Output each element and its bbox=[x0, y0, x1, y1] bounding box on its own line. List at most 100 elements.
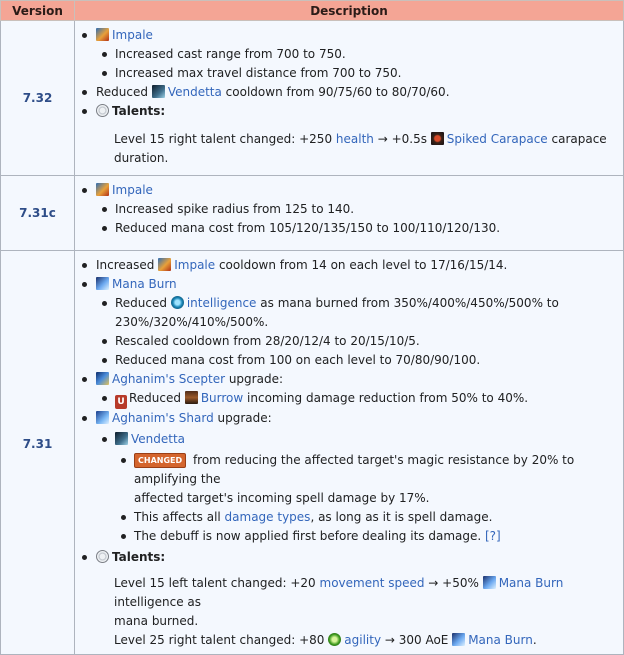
intelligence-link[interactable]: intelligence bbox=[187, 296, 257, 310]
text: Level 15 left talent changed: +20 bbox=[114, 576, 320, 590]
text: → +50% bbox=[424, 576, 483, 590]
reference-link[interactable]: [?] bbox=[485, 529, 501, 543]
talent-change-text: Level 15 right talent changed: +250 heal… bbox=[75, 130, 623, 168]
list-item: Reduced mana cost from 105/120/135/150 t… bbox=[96, 219, 623, 238]
list-item: Increased cast range from 700 to 750. bbox=[96, 45, 623, 64]
text: Reduced bbox=[129, 391, 185, 405]
text: cooldown from 90/75/60 to 80/70/60. bbox=[221, 85, 450, 99]
description-cell: Increased Impale cooldown from 14 on eac… bbox=[74, 250, 624, 655]
text: Reduced bbox=[115, 296, 171, 310]
movement-speed-link[interactable]: movement speed bbox=[320, 576, 425, 590]
text: Reduced bbox=[96, 85, 152, 99]
impale-icon[interactable] bbox=[96, 28, 109, 41]
changed-badge: CHANGED bbox=[134, 453, 187, 468]
text: This affects all bbox=[134, 510, 225, 524]
list-item: Rescaled cooldown from 28/20/12/4 to 20/… bbox=[96, 332, 623, 351]
mana-burn-link[interactable]: Mana Burn bbox=[112, 277, 177, 291]
text: Level 15 right talent changed: +250 bbox=[114, 132, 336, 146]
aghanims-scepter-link[interactable]: Aghanim's Scepter bbox=[112, 372, 225, 386]
text: cooldown from 14 on each level to 17/16/… bbox=[215, 258, 508, 272]
health-link[interactable]: health bbox=[336, 132, 374, 146]
talent-change-text: Level 25 right talent changed: +80 agili… bbox=[75, 631, 623, 650]
text: intelligence as bbox=[114, 595, 202, 609]
version-label: 7.31 bbox=[22, 437, 53, 451]
text: . bbox=[532, 633, 537, 647]
vendetta-link[interactable]: Vendetta bbox=[168, 85, 222, 99]
table-header-row: Version Description bbox=[0, 0, 624, 21]
text: The debuff is now applied first before d… bbox=[134, 529, 485, 543]
mana-burn-icon[interactable] bbox=[452, 633, 466, 646]
list-item: Reduced mana cost from 100 on each level… bbox=[96, 351, 623, 370]
spiked-carapace-link[interactable]: Spiked Carapace bbox=[447, 132, 548, 146]
aghanims-shard-icon[interactable] bbox=[96, 411, 109, 424]
vendetta-icon[interactable] bbox=[151, 85, 165, 98]
version-column-header[interactable]: Version bbox=[0, 0, 75, 21]
burrow-icon[interactable] bbox=[184, 391, 198, 404]
aghanims-scepter-icon[interactable] bbox=[96, 372, 109, 385]
table-row: 7.31c Impale Increased spike radius from… bbox=[0, 175, 624, 251]
text: Increased bbox=[96, 258, 159, 272]
version-label: 7.32 bbox=[22, 91, 53, 105]
talent-change-text: Level 15 left talent changed: +20 moveme… bbox=[75, 574, 623, 631]
list-item: Increased max travel distance from 700 t… bbox=[96, 64, 623, 83]
table-row: 7.31 Increased Impale cooldown from 14 o… bbox=[0, 250, 624, 655]
talent-tree-icon bbox=[96, 550, 109, 563]
description-cell: Impale Increased cast range from 700 to … bbox=[74, 20, 624, 176]
list-item: Increased Impale cooldown from 14 on eac… bbox=[75, 256, 623, 275]
mana-burn-icon[interactable] bbox=[96, 277, 109, 290]
talent-tree-icon bbox=[96, 104, 109, 117]
text: mana burned. bbox=[114, 614, 199, 628]
vendetta-icon[interactable] bbox=[115, 432, 128, 445]
list-item: CHANGED from reducing the affected targe… bbox=[115, 451, 623, 508]
version-cell: 7.31c bbox=[0, 175, 75, 251]
table-row: 7.32 Impale Increased cast range from 70… bbox=[0, 20, 624, 176]
list-item: U Reduced Burrow incoming damage reductio… bbox=[96, 389, 623, 409]
list-item: Reduced Vendetta cooldown from 90/75/60 … bbox=[75, 83, 623, 102]
description-column-header[interactable]: Description bbox=[74, 0, 624, 21]
list-item: The debuff is now applied first before d… bbox=[115, 527, 623, 546]
list-item: This affects all damage types, as long a… bbox=[115, 508, 623, 527]
version-cell: 7.32 bbox=[0, 20, 75, 176]
ultimate-badge: U bbox=[115, 395, 127, 409]
spiked-carapace-icon[interactable] bbox=[430, 132, 444, 145]
impale-link[interactable]: Impale bbox=[112, 28, 153, 42]
text: incoming damage reduction from 50% to 40… bbox=[243, 391, 529, 405]
text: upgrade: bbox=[225, 372, 283, 386]
text: → +0.5s bbox=[373, 132, 431, 146]
damage-types-link[interactable]: damage types bbox=[225, 510, 311, 524]
mana-burn-link[interactable]: Mana Burn bbox=[499, 576, 564, 590]
burrow-link[interactable]: Burrow bbox=[201, 391, 243, 405]
text: , as long as it is spell damage. bbox=[310, 510, 493, 524]
talents-heading: Talents: bbox=[112, 550, 166, 564]
version-cell: 7.31 bbox=[0, 250, 75, 655]
mana-burn-link[interactable]: Mana Burn bbox=[468, 633, 533, 647]
list-item: Mana Burn Reduced intelligence as mana b… bbox=[75, 275, 623, 370]
impale-icon[interactable] bbox=[96, 183, 109, 196]
list-item: Increased spike radius from 125 to 140. bbox=[96, 200, 623, 219]
agility-link[interactable]: agility bbox=[344, 633, 381, 647]
impale-icon[interactable] bbox=[158, 258, 172, 271]
intelligence-icon[interactable] bbox=[170, 296, 184, 309]
list-item: Reduced intelligence as mana burned from… bbox=[96, 294, 623, 332]
impale-link[interactable]: Impale bbox=[112, 183, 153, 197]
text: 230%/320%/410%/500%. bbox=[115, 315, 269, 329]
aghanims-shard-link[interactable]: Aghanim's Shard bbox=[112, 411, 214, 425]
text: as mana burned from 350%/400%/450%/500% … bbox=[256, 296, 559, 310]
list-item: Aghanim's Scepter upgrade: U Reduced Burr… bbox=[75, 370, 623, 409]
list-item: Impale Increased spike radius from 125 t… bbox=[75, 181, 623, 238]
agility-icon[interactable] bbox=[328, 633, 342, 646]
patch-history-table: Version Description 7.32 Impale Increase… bbox=[0, 0, 624, 655]
text: Level 25 right talent changed: +80 bbox=[114, 633, 329, 647]
talents-heading: Talents: bbox=[112, 104, 166, 118]
list-item: Aghanim's Shard upgrade: Vendetta CHANGE… bbox=[75, 409, 623, 546]
impale-link[interactable]: Impale bbox=[174, 258, 215, 272]
version-label: 7.31c bbox=[19, 206, 56, 220]
vendetta-link[interactable]: Vendetta bbox=[131, 432, 185, 446]
text: affected target's incoming spell damage … bbox=[134, 491, 430, 505]
text: upgrade: bbox=[213, 411, 272, 425]
list-item: Talents: bbox=[75, 102, 623, 121]
description-cell: Impale Increased spike radius from 125 t… bbox=[74, 175, 624, 251]
list-item: Talents: bbox=[75, 548, 623, 567]
mana-burn-icon[interactable] bbox=[482, 576, 496, 589]
list-item: Impale Increased cast range from 700 to … bbox=[75, 26, 623, 83]
